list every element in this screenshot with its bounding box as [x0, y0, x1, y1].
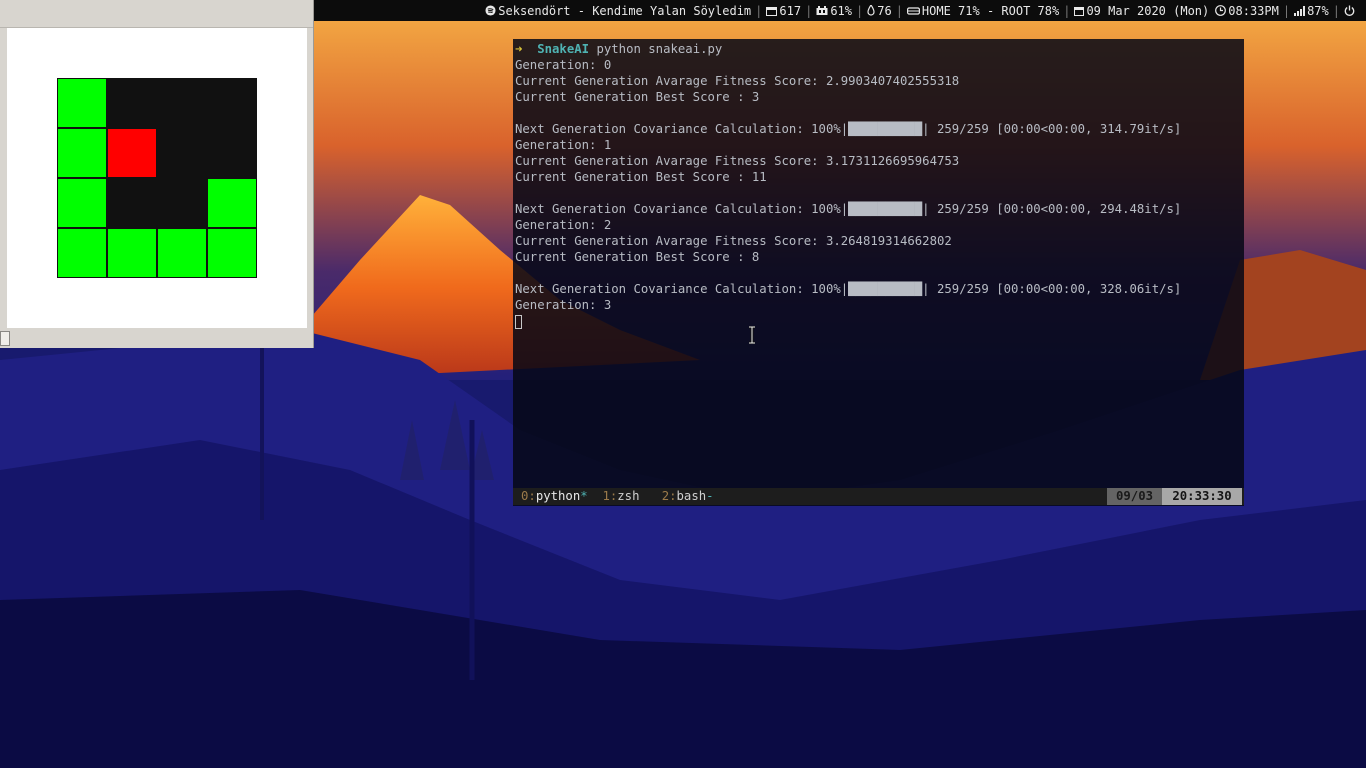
tmux-date: 09/03	[1107, 488, 1162, 505]
clock-value: 08:33PM	[1228, 3, 1279, 18]
terminal-line: Current Generation Avarage Fitness Score…	[515, 234, 952, 248]
tmux-window-index: 1	[602, 489, 610, 503]
snake-segment	[57, 128, 107, 178]
clock-icon	[1215, 5, 1227, 16]
tmux-time: 20:33:30	[1162, 488, 1242, 505]
date-value: 09 Mar 2020 (Mon)	[1086, 3, 1210, 18]
tmux-separator: :	[528, 489, 536, 503]
memory-value: 61%	[830, 3, 852, 18]
snake-game-window[interactable]	[0, 0, 314, 348]
package-count: 617	[779, 3, 802, 18]
prompt-arrow: ➜	[515, 42, 523, 56]
terminal-window[interactable]: ➜ SnakeAI python snakeai.py Generation: …	[513, 39, 1244, 506]
tmux-window-zsh[interactable]: 1:zsh	[602, 489, 639, 503]
food-cell	[107, 128, 157, 178]
snake-segment	[157, 228, 207, 278]
power-icon	[1344, 5, 1355, 16]
music-status[interactable]: Seksendört - Kendime Yalan Söyledim	[482, 4, 754, 18]
memory-icon	[816, 5, 828, 15]
tmux-spacer	[588, 489, 603, 503]
ibeam-cursor-icon	[749, 326, 755, 344]
terminal-line: Next Generation Covariance Calculation: …	[515, 202, 1182, 216]
disk-icon	[906, 7, 920, 15]
separator: |	[755, 3, 763, 18]
terminal-line: Generation: 0	[515, 58, 612, 72]
tmux-window-name: bash	[676, 489, 707, 503]
snake-segment	[207, 178, 257, 228]
tmux-window-name: zsh	[617, 489, 640, 503]
temperature-icon	[867, 5, 875, 16]
terminal-line: Current Generation Best Score : 3	[515, 90, 760, 104]
wifi-status[interactable]: 87%	[1291, 4, 1332, 18]
tmux-status-bar: 0:python* 1:zsh 2:bash- 09/03 20:33:30	[513, 488, 1244, 505]
memory-usage: 61%	[813, 4, 855, 18]
separator: |	[895, 3, 903, 18]
empty-cell	[157, 78, 207, 128]
tmux-separator: :	[669, 489, 677, 503]
terminal-cursor	[515, 314, 522, 329]
separator: |	[856, 3, 864, 18]
tmux-spacer	[639, 489, 661, 503]
empty-cell	[107, 178, 157, 228]
cursor-line	[515, 313, 1244, 329]
disk-usage: HOME 71% - ROOT 78%	[904, 4, 1062, 18]
separator: |	[1282, 3, 1291, 18]
prompt-line: ➜ SnakeAI python snakeai.py	[515, 41, 1244, 57]
snake-board	[57, 78, 257, 278]
empty-cell	[157, 128, 207, 178]
temperature-value: 76	[877, 3, 892, 18]
prompt-command: python snakeai.py	[596, 42, 723, 56]
terminal-line: Current Generation Avarage Fitness Score…	[515, 74, 960, 88]
terminal-line: Current Generation Best Score : 8	[515, 250, 760, 264]
wifi-icon	[1294, 5, 1306, 16]
terminal-output[interactable]: ➜ SnakeAI python snakeai.py Generation: …	[515, 41, 1244, 485]
window-resize-grip[interactable]	[0, 331, 10, 346]
terminal-lines: Generation: 0 Current Generation Avarage …	[515, 57, 1244, 313]
empty-cell	[207, 128, 257, 178]
disk-value: HOME 71% - ROOT 78%	[921, 3, 1060, 18]
tmux-window-list: 0:python* 1:zsh 2:bash-	[521, 488, 714, 505]
package-icon	[766, 6, 778, 16]
terminal-line: Generation: 2	[515, 218, 612, 232]
tmux-window-flag: -	[706, 489, 714, 503]
separator: |	[805, 3, 813, 18]
prompt-directory: SnakeAI	[537, 42, 590, 56]
terminal-line: Next Generation Covariance Calculation: …	[515, 282, 1182, 296]
snake-segment	[57, 178, 107, 228]
terminal-line: Current Generation Best Score : 11	[515, 170, 767, 184]
snake-segment	[57, 78, 107, 128]
separator: |	[1063, 3, 1071, 18]
snake-segment	[57, 228, 107, 278]
tmux-window-flag: *	[580, 489, 588, 503]
temperature: 76	[864, 4, 894, 18]
empty-cell	[107, 78, 157, 128]
date: 09 Mar 2020 (Mon)	[1071, 4, 1212, 18]
terminal-line: Generation: 3	[515, 298, 612, 312]
terminal-line: Generation: 1	[515, 138, 612, 152]
tmux-window-python[interactable]: 0:python*	[521, 489, 588, 503]
calendar-icon	[1074, 6, 1085, 16]
tmux-window-name: python	[535, 489, 581, 503]
empty-cell	[157, 178, 207, 228]
snake-segment	[107, 228, 157, 278]
tmux-window-index: 2	[661, 489, 670, 503]
music-track-text: Seksendört - Kendime Yalan Söyledim	[498, 3, 752, 18]
terminal-line: Current Generation Avarage Fitness Score…	[515, 154, 960, 168]
clock: 08:33PM	[1212, 4, 1282, 18]
empty-cell	[207, 78, 257, 128]
snake-window-titlebar[interactable]	[0, 0, 313, 28]
terminal-line: Next Generation Covariance Calculation: …	[515, 122, 1182, 136]
tmux-window-bash[interactable]: 2:bash-	[662, 489, 714, 503]
package-updates: 617	[763, 4, 804, 18]
snake-segment	[207, 228, 257, 278]
wifi-value: 87%	[1307, 3, 1329, 18]
separator: |	[1332, 3, 1340, 18]
snake-game-canvas	[7, 28, 307, 328]
power-button[interactable]	[1341, 5, 1360, 16]
spotify-icon	[485, 5, 496, 16]
